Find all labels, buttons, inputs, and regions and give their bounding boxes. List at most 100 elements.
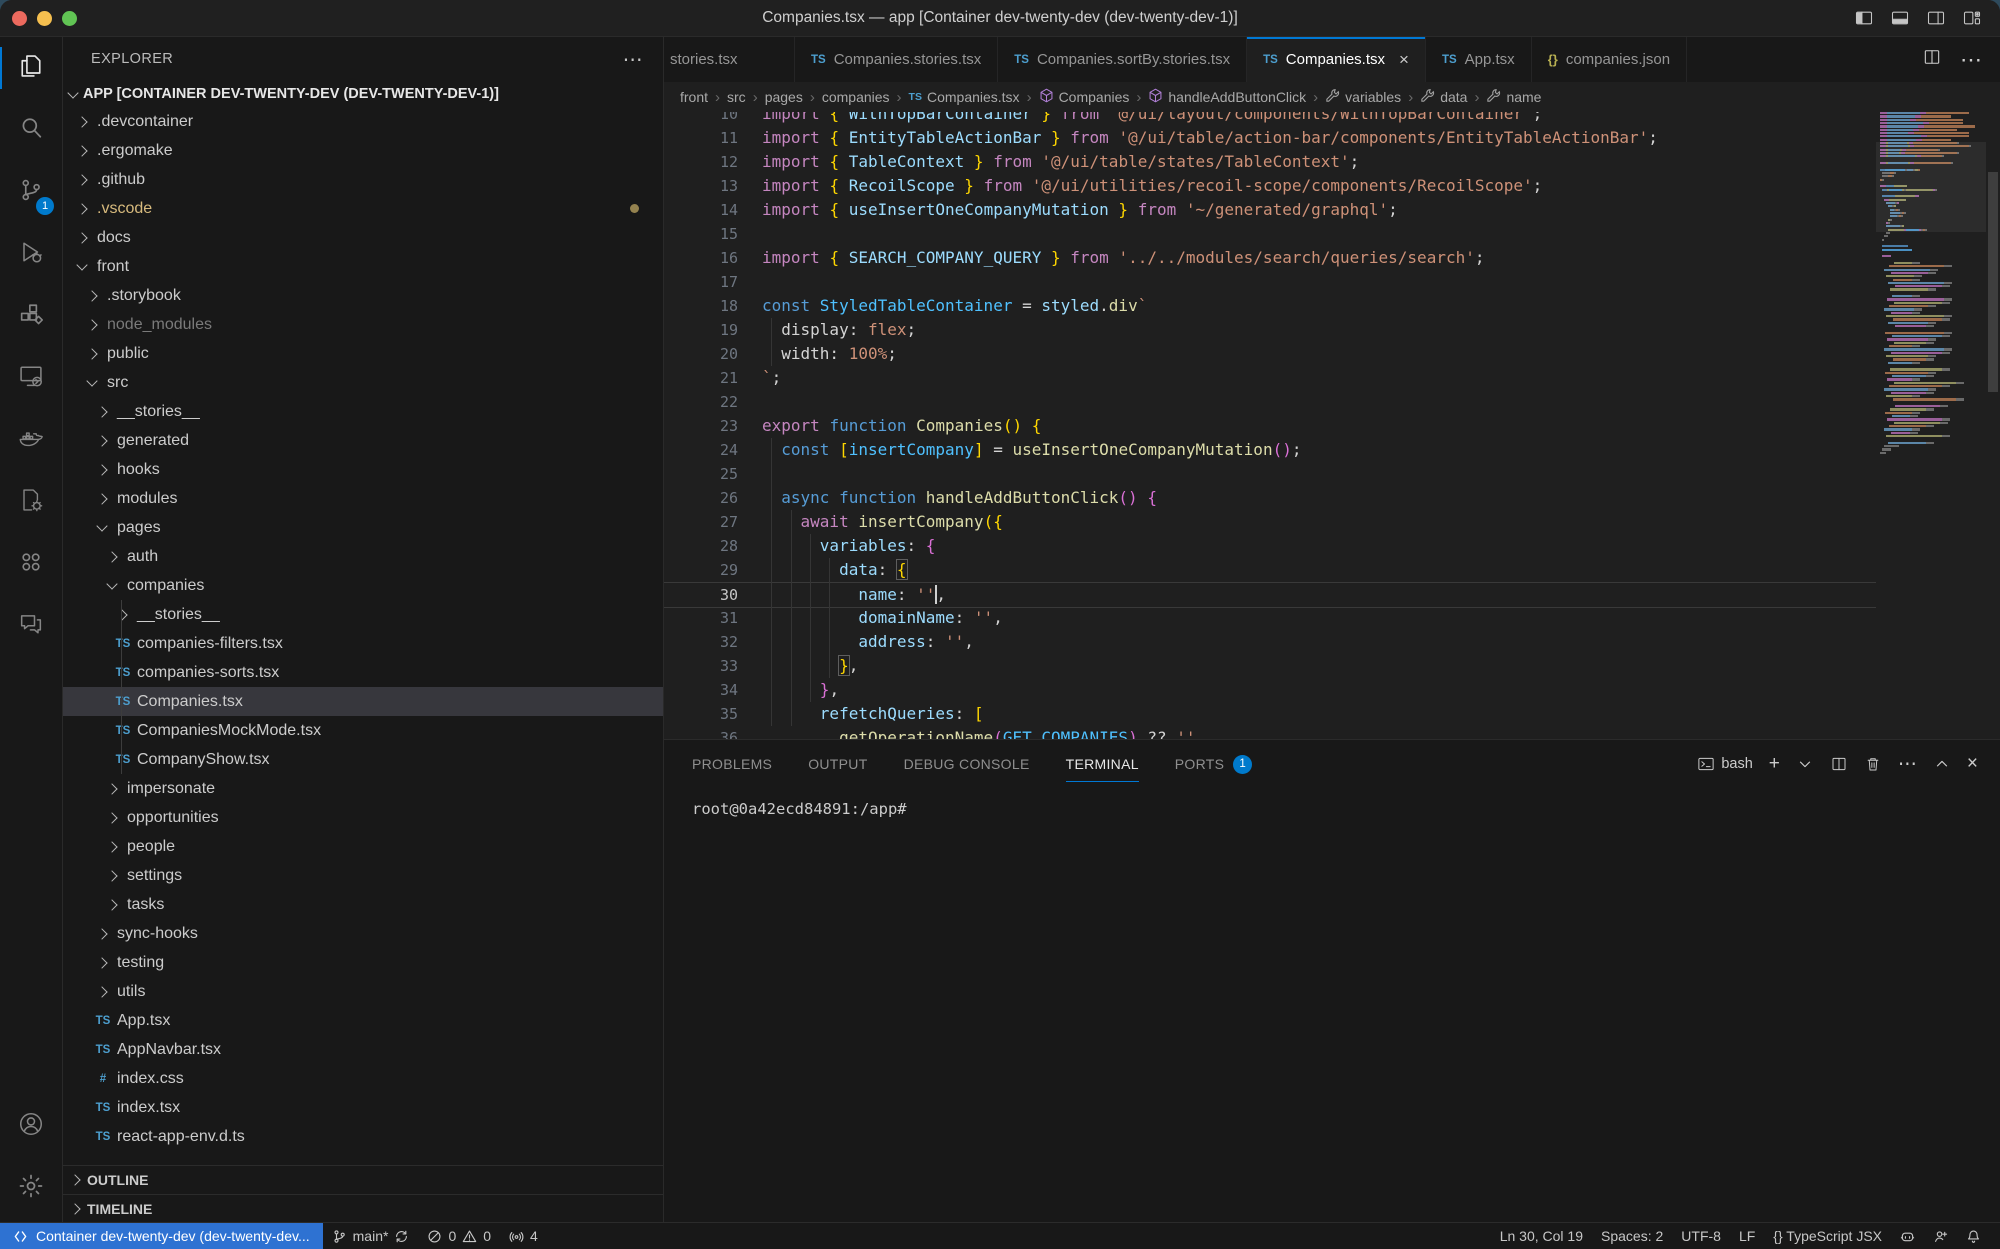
tab-companies-tsx[interactable]: TSCompanies.tsx× xyxy=(1247,37,1426,82)
tree-item-sync-hooks[interactable]: sync-hooks xyxy=(63,919,663,948)
tree-item-people[interactable]: people xyxy=(63,832,663,861)
ellipsis-icon[interactable]: ⋯ xyxy=(1898,753,1917,776)
tree-item-src[interactable]: src xyxy=(63,368,663,397)
tree-item-node-modules[interactable]: node_modules xyxy=(63,310,663,339)
panel-tab-output[interactable]: OUTPUT xyxy=(808,740,867,788)
toggle-secondary-sidebar-icon[interactable] xyxy=(1926,8,1946,28)
tab-companies-json[interactable]: {}companies.json xyxy=(1532,37,1687,82)
status-copilot[interactable] xyxy=(1891,1223,1924,1249)
workspace-section-header[interactable]: APP [CONTAINER DEV-TWENTY-DEV (DEV-TWENT… xyxy=(63,81,663,107)
editor-scrollbar[interactable] xyxy=(1986,112,2000,739)
tab-stories-tsx[interactable]: stories.tsx xyxy=(664,37,795,82)
status-indentation[interactable]: Spaces: 2 xyxy=(1592,1223,1672,1249)
tree-item-index-css[interactable]: #index.css xyxy=(63,1064,663,1093)
tree-item--ergomake[interactable]: .ergomake xyxy=(63,136,663,165)
tree-item--github[interactable]: .github xyxy=(63,165,663,194)
close-tab-icon[interactable]: × xyxy=(1399,50,1409,70)
breadcrumb-item-companies-tsx[interactable]: TSCompanies.tsx xyxy=(909,89,1020,105)
panel-tab-problems[interactable]: PROBLEMS xyxy=(692,740,772,788)
panel-tab-terminal[interactable]: TERMINAL xyxy=(1066,740,1139,788)
tree-item-app-tsx[interactable]: TSApp.tsx xyxy=(63,1006,663,1035)
status-encoding[interactable]: UTF-8 xyxy=(1672,1223,1730,1249)
tree-item-docs[interactable]: docs xyxy=(63,223,663,252)
breadcrumb-item-handleaddbuttonclick[interactable]: handleAddButtonClick xyxy=(1148,88,1306,106)
activity-item-search[interactable] xyxy=(0,99,62,161)
code-editor[interactable]: 10import { WithTopBarContainer } from '@… xyxy=(664,112,2000,739)
split-editor-icon[interactable] xyxy=(1830,755,1848,773)
chevron-up-icon[interactable] xyxy=(1933,755,1951,773)
status-ports-forwarded[interactable]: 4 xyxy=(500,1223,547,1249)
tree-item-auth[interactable]: auth xyxy=(63,542,663,571)
ellipsis-icon[interactable]: ⋯ xyxy=(1960,47,1982,73)
breadcrumb-item-data[interactable]: data xyxy=(1420,88,1467,106)
breadcrumb-item-pages[interactable]: pages xyxy=(765,89,803,105)
panel-tab-ports[interactable]: PORTS1 xyxy=(1175,740,1252,788)
tree-item-companyshow-tsx[interactable]: TSCompanyShow.tsx xyxy=(63,745,663,774)
tree-item-companies[interactable]: companies xyxy=(63,571,663,600)
activity-item-apps-grid[interactable] xyxy=(0,533,62,595)
breadcrumb-item-variables[interactable]: variables xyxy=(1325,88,1401,106)
terminal-icon[interactable]: bash xyxy=(1697,755,1752,773)
tree-item-utils[interactable]: utils xyxy=(63,977,663,1006)
tree-item-tasks[interactable]: tasks xyxy=(63,890,663,919)
breadcrumb-item-src[interactable]: src xyxy=(727,89,746,105)
status-problems[interactable]: 00 xyxy=(418,1223,500,1249)
breadcrumb-item-companies[interactable]: Companies xyxy=(1039,88,1130,106)
tree-item--devcontainer[interactable]: .devcontainer xyxy=(63,107,663,136)
activity-item-account[interactable] xyxy=(0,1095,62,1157)
activity-item-extensions[interactable] xyxy=(0,285,62,347)
close-icon[interactable]: × xyxy=(1967,753,1978,775)
tree-item-modules[interactable]: modules xyxy=(63,484,663,513)
tree-item-companies-sorts-tsx[interactable]: TScompanies-sorts.tsx xyxy=(63,658,663,687)
views-more-actions-icon[interactable]: ⋯ xyxy=(623,47,643,72)
tree-item-settings[interactable]: settings xyxy=(63,861,663,890)
toggle-primary-sidebar-icon[interactable] xyxy=(1854,8,1874,28)
status-eol[interactable]: LF xyxy=(1730,1223,1764,1249)
activity-item-settings-gear[interactable] xyxy=(0,1157,62,1219)
status-feedback[interactable] xyxy=(1924,1223,1957,1249)
tab-companies-sortby-stories-tsx[interactable]: TSCompanies.sortBy.stories.tsx xyxy=(998,37,1247,82)
toggle-panel-icon[interactable] xyxy=(1890,8,1910,28)
breadcrumb-item-name[interactable]: name xyxy=(1486,88,1541,106)
minimap[interactable] xyxy=(1876,112,1986,739)
tree-item--stories-[interactable]: __stories__ xyxy=(63,600,663,629)
tree-item--storybook[interactable]: .storybook xyxy=(63,281,663,310)
tree-item-react-app-env-d-ts[interactable]: TSreact-app-env.d.ts xyxy=(63,1122,663,1151)
activity-item-docker[interactable] xyxy=(0,409,62,471)
status-language-mode[interactable]: {} TypeScript JSX xyxy=(1764,1223,1891,1249)
outline-section-header[interactable]: OUTLINE xyxy=(63,1165,663,1194)
tree-item-opportunities[interactable]: opportunities xyxy=(63,803,663,832)
tree-item-front[interactable]: front xyxy=(63,252,663,281)
status-notifications[interactable] xyxy=(1957,1223,1990,1249)
tree-item-public[interactable]: public xyxy=(63,339,663,368)
tree-item-companies-tsx[interactable]: TSCompanies.tsx xyxy=(63,687,663,716)
activity-item-files[interactable] xyxy=(0,37,62,99)
activity-item-remote-explorer[interactable] xyxy=(0,347,62,409)
tree-item-index-tsx[interactable]: TSindex.tsx xyxy=(63,1093,663,1122)
tree-item-companiesmockmode-tsx[interactable]: TSCompaniesMockMode.tsx xyxy=(63,716,663,745)
chevron-down-icon[interactable] xyxy=(1796,755,1814,773)
tree-item--vscode[interactable]: .vscode xyxy=(63,194,663,223)
tree-item-hooks[interactable]: hooks xyxy=(63,455,663,484)
breadcrumb-item-companies[interactable]: companies xyxy=(822,89,890,105)
tree-item--stories-[interactable]: __stories__ xyxy=(63,397,663,426)
panel-tab-debug-console[interactable]: DEBUG CONSOLE xyxy=(904,740,1030,788)
tree-item-generated[interactable]: generated xyxy=(63,426,663,455)
customize-layout-icon[interactable] xyxy=(1962,8,1982,28)
activity-item-containers[interactable] xyxy=(0,471,62,533)
activity-item-run-debug[interactable] xyxy=(0,223,62,285)
tab-companies-stories-tsx[interactable]: TSCompanies.stories.tsx xyxy=(795,37,998,82)
terminal-output[interactable]: root@0a42ecd84891:/app# xyxy=(664,788,2000,1223)
tab-app-tsx[interactable]: TSApp.tsx xyxy=(1426,37,1532,82)
tree-item-appnavbar-tsx[interactable]: TSAppNavbar.tsx xyxy=(63,1035,663,1064)
plus-icon[interactable]: + xyxy=(1769,753,1780,775)
tree-item-pages[interactable]: pages xyxy=(63,513,663,542)
trash-icon[interactable] xyxy=(1864,755,1882,773)
activity-item-comments[interactable] xyxy=(0,595,62,657)
minimap-slider[interactable] xyxy=(1876,142,1986,232)
split-editor-icon[interactable] xyxy=(1922,47,1942,72)
activity-item-source-control[interactable]: 1 xyxy=(0,161,62,223)
breadcrumb-item-front[interactable]: front xyxy=(680,89,708,105)
tree-item-testing[interactable]: testing xyxy=(63,948,663,977)
tree-item-companies-filters-tsx[interactable]: TScompanies-filters.tsx xyxy=(63,629,663,658)
